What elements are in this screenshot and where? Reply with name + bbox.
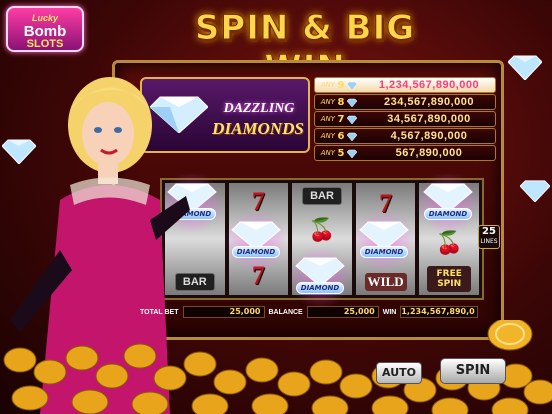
jackpot-prefix: ANY: [320, 81, 335, 89]
jackpot-value: 4,567,890,000: [390, 130, 468, 142]
game-screen: Lucky Bomb SLOTS SPIN & BIG WIN DAZZLING…: [0, 0, 552, 414]
diamond-symbol: DIAMOND: [350, 212, 418, 270]
jackpot-row: ANY 7 34,567,890,000: [314, 111, 496, 127]
jackpot-row: ANY 6 4,567,890,000: [314, 128, 496, 144]
jackpot-count: 9: [337, 79, 345, 91]
jackpot-count: 5: [337, 147, 345, 159]
jackpot-count: 7: [337, 113, 345, 125]
win-value: 1,234,567,890,0: [400, 306, 479, 318]
diamond-icon: [347, 98, 357, 107]
diamond-label: DIAMOND: [424, 208, 472, 220]
jackpot-prefix: ANY: [320, 149, 335, 157]
jackpot-table: ANY 9 1,234,567,890,000 ANY 8 234,567,89…: [314, 77, 496, 162]
reel-symbol-wild: WILD: [364, 272, 407, 291]
reel-symbol-free-spin: FREE SPIN: [427, 266, 472, 292]
diamond-label: DIAMOND: [360, 246, 408, 258]
diamond-icon: [347, 132, 357, 141]
logo-line-2: Bomb: [23, 23, 67, 40]
diamond-label: DIAMOND: [296, 282, 344, 294]
jackpot-banner: DAZZLING DIAMONDS ANY 9 1,234,567,890,00…: [140, 77, 500, 161]
jackpot-prefix: ANY: [320, 132, 335, 140]
diamond-icon: [347, 81, 357, 90]
logo-line-3: SLOTS: [26, 38, 64, 50]
reel-symbol-bar: BAR: [301, 187, 342, 206]
game-logo: Lucky Bomb SLOTS: [6, 6, 84, 52]
auto-button[interactable]: AUTO: [376, 362, 422, 384]
cherry-icon: 🍒: [308, 218, 336, 244]
jackpot-count: 6: [337, 130, 345, 142]
diamond-icon: [347, 149, 357, 158]
diamond-symbol: DIAMOND: [222, 212, 290, 270]
diamond-icon: [508, 55, 542, 80]
jackpot-value: 34,567,890,000: [387, 113, 471, 125]
balance-value: 25,000: [306, 306, 379, 318]
diamond-icon: [347, 115, 357, 124]
machine-name-line-1: DAZZLING: [223, 101, 295, 116]
total-bet-value: 25,000: [182, 306, 265, 318]
diamond-label: DIAMOND: [232, 246, 280, 258]
machine-name-line-2: DIAMONDS: [212, 119, 304, 138]
jackpot-value: 234,567,890,000: [383, 96, 475, 108]
spin-button[interactable]: SPIN: [440, 358, 506, 384]
info-bar: TOTAL BET 25,000 BALANCE 25,000 WIN 1,23…: [140, 305, 504, 319]
paylines-count: 25: [482, 226, 496, 237]
jackpot-row: ANY 5 567,890,000: [314, 145, 496, 161]
paylines-label: LINES: [480, 238, 498, 245]
jackpot-value: 1,234,567,890,000: [378, 79, 480, 91]
jackpot-prefix: ANY: [320, 115, 335, 123]
win-label: WIN: [382, 308, 397, 316]
diamond-icon: [520, 180, 550, 202]
jackpot-value: 567,890,000: [395, 147, 463, 159]
jackpot-count: 8: [337, 96, 345, 108]
jackpot-row: ANY 8 234,567,890,000: [314, 94, 496, 110]
diamond-symbol: DIAMOND: [286, 248, 354, 306]
paylines-badge: 25 LINES: [478, 225, 500, 249]
diamond-symbol: DIAMOND: [414, 174, 482, 232]
jackpot-prefix: ANY: [320, 98, 335, 106]
jackpot-row: ANY 9 1,234,567,890,000: [314, 77, 496, 93]
total-bet-label: TOTAL BET: [140, 308, 179, 316]
balance-label: BALANCE: [268, 308, 303, 316]
